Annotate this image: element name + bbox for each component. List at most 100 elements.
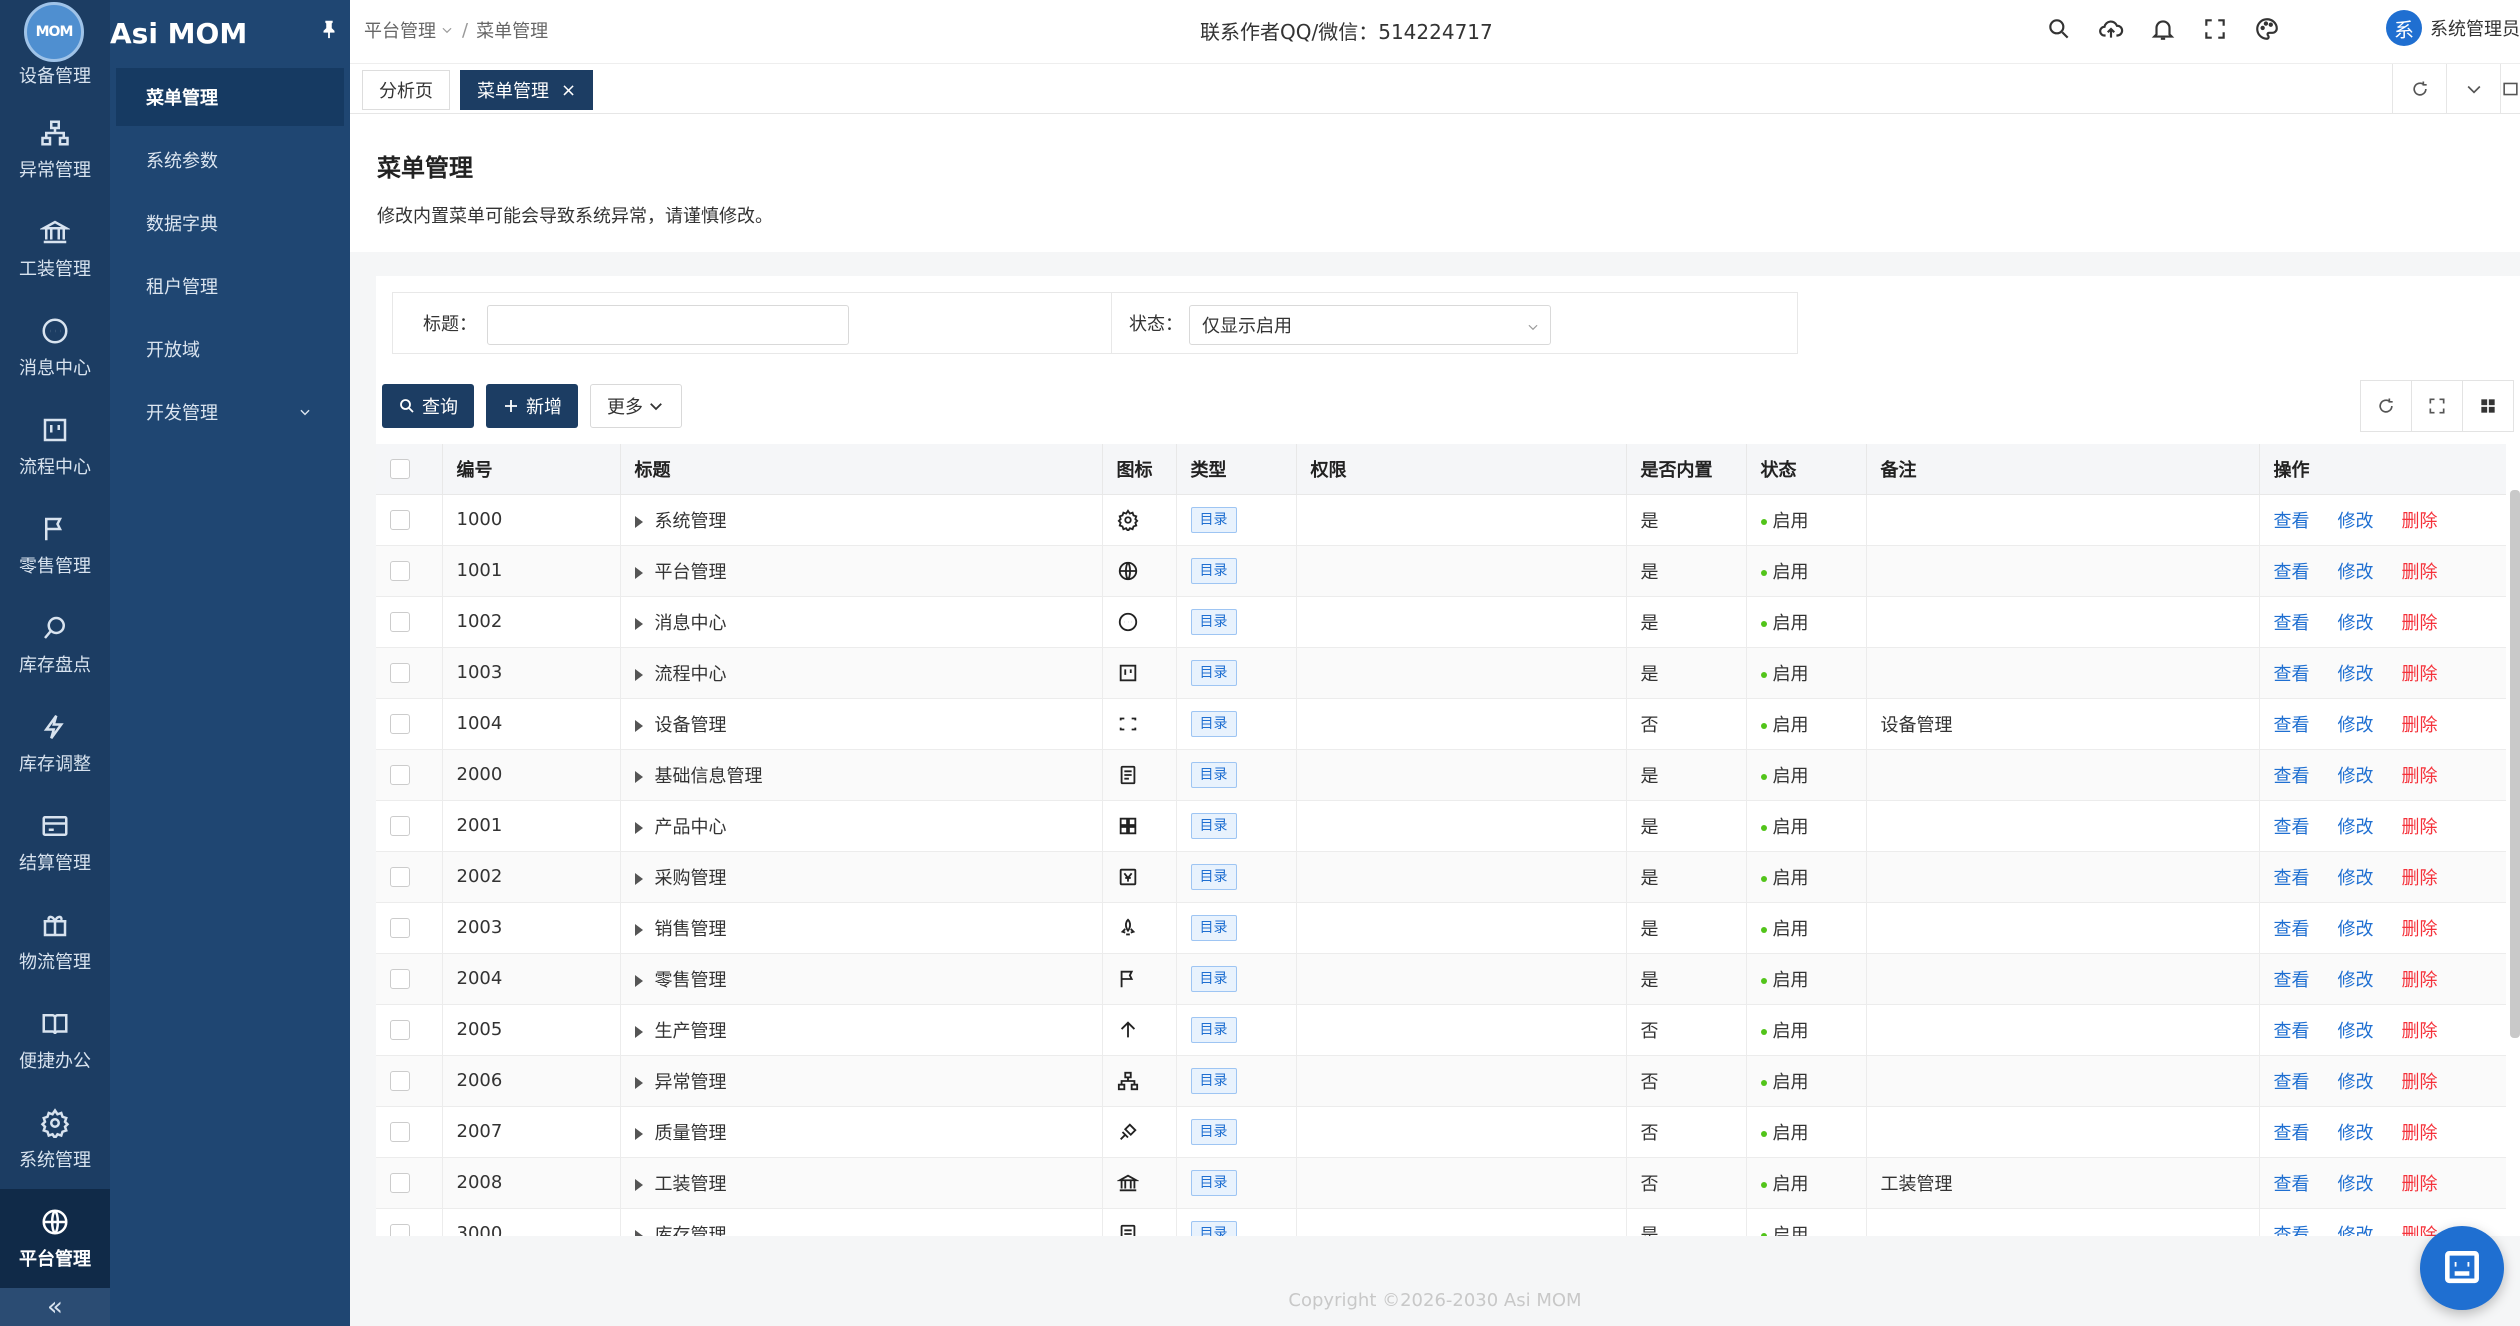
view-link[interactable]: 查看	[2274, 1174, 2310, 1195]
table-row[interactable]: 2007 质量管理 目录 否 启用 查看 修改 删除	[376, 1106, 2506, 1158]
edit-link[interactable]: 修改	[2338, 817, 2374, 838]
view-link[interactable]: 查看	[2274, 1123, 2310, 1144]
reload-button[interactable]	[2360, 380, 2412, 432]
rail-item[interactable]: 平台管理	[0, 1189, 110, 1288]
column-header[interactable]: 编号	[442, 444, 621, 495]
table-row[interactable]: 1003 流程中心 目录 是 启用 查看 修改 删除	[376, 647, 2506, 699]
row-checkbox[interactable]	[390, 1224, 410, 1236]
column-header[interactable]: 权限	[1296, 444, 1627, 495]
edit-link[interactable]: 修改	[2338, 664, 2374, 685]
view-link[interactable]: 查看	[2274, 766, 2310, 787]
rail-item[interactable]: 库存盘点	[0, 595, 110, 694]
edit-link[interactable]: 修改	[2338, 1225, 2374, 1237]
edit-link[interactable]: 修改	[2338, 715, 2374, 736]
column-header[interactable]: 状态	[1746, 444, 1867, 495]
delete-link[interactable]: 删除	[2402, 664, 2438, 685]
fullscreen-icon[interactable]	[2202, 16, 2228, 42]
expand-icon[interactable]	[634, 923, 643, 936]
view-link[interactable]: 查看	[2274, 1072, 2310, 1093]
row-checkbox[interactable]	[390, 867, 410, 887]
column-header[interactable]: 图标	[1102, 444, 1177, 495]
user-menu[interactable]: 系 系统管理员	[2386, 10, 2520, 46]
submenu-item[interactable]: 开放域	[116, 320, 344, 378]
view-link[interactable]: 查看	[2274, 511, 2310, 532]
edit-link[interactable]: 修改	[2338, 1072, 2374, 1093]
view-link[interactable]: 查看	[2274, 1021, 2310, 1042]
delete-link[interactable]: 删除	[2402, 868, 2438, 889]
edit-link[interactable]: 修改	[2338, 766, 2374, 787]
table-row[interactable]: 1002 消息中心 目录 是 启用 查看 修改 删除	[376, 596, 2506, 648]
rail-item[interactable]: 设备管理	[0, 62, 110, 92]
rail-item[interactable]: 物流管理	[0, 892, 110, 991]
edit-link[interactable]: 修改	[2338, 970, 2374, 991]
rail-item[interactable]: 便捷办公	[0, 991, 110, 1090]
delete-link[interactable]: 删除	[2402, 715, 2438, 736]
delete-link[interactable]: 删除	[2402, 1123, 2438, 1144]
expand-icon[interactable]	[634, 566, 643, 579]
table-row[interactable]: 1004 设备管理 目录否启用 设备管理 查看 修改 删除	[376, 698, 2506, 750]
bell-icon[interactable]	[2150, 16, 2176, 42]
row-checkbox[interactable]	[390, 1122, 410, 1142]
collapse-menu-button[interactable]: «	[0, 1288, 110, 1326]
expand-icon[interactable]	[634, 617, 643, 630]
view-link[interactable]: 查看	[2274, 613, 2310, 634]
view-link[interactable]: 查看	[2274, 970, 2310, 991]
tab-fullscreen-button[interactable]	[2500, 64, 2520, 114]
edit-link[interactable]: 修改	[2338, 511, 2374, 532]
query-button[interactable]: 查询	[382, 384, 474, 428]
table-row[interactable]: 3000 库存管理 目录 是启用 查看 修改 删除	[376, 1208, 2506, 1236]
rail-item[interactable]: 系统管理	[0, 1090, 110, 1189]
table-row[interactable]: 2006 异常管理 目录 否 启用 查看 修改 删除	[376, 1055, 2506, 1107]
more-button[interactable]: 更多	[590, 384, 682, 428]
rail-item[interactable]: 结算管理	[0, 793, 110, 892]
row-checkbox[interactable]	[390, 1020, 410, 1040]
row-checkbox[interactable]	[390, 714, 410, 734]
edit-link[interactable]: 修改	[2338, 613, 2374, 634]
delete-link[interactable]: 删除	[2402, 919, 2438, 940]
delete-link[interactable]: 删除	[2402, 1072, 2438, 1093]
view-link[interactable]: 查看	[2274, 919, 2310, 940]
rail-item[interactable]: 工装管理	[0, 199, 110, 298]
table-row[interactable]: 1001 平台管理 目录 是 启用 查看 修改 删除	[376, 545, 2506, 597]
row-checkbox[interactable]	[390, 918, 410, 938]
status-filter-select[interactable]: 仅显示启用	[1189, 305, 1551, 345]
title-filter-input[interactable]	[487, 305, 849, 345]
row-checkbox[interactable]	[390, 765, 410, 785]
add-button[interactable]: 新增	[486, 384, 578, 428]
delete-link[interactable]: 删除	[2402, 511, 2438, 532]
expand-icon[interactable]	[634, 668, 643, 681]
view-link[interactable]: 查看	[2274, 715, 2310, 736]
expand-icon[interactable]	[634, 719, 643, 732]
table-row[interactable]: 2002 采购管理 目录 是 启用 查看 修改 删除	[376, 851, 2506, 903]
view-link[interactable]: 查看	[2274, 562, 2310, 583]
palette-icon[interactable]	[2254, 16, 2280, 42]
edit-link[interactable]: 修改	[2338, 868, 2374, 889]
row-checkbox[interactable]	[390, 969, 410, 989]
expand-icon[interactable]	[634, 974, 643, 987]
expand-icon[interactable]	[634, 770, 643, 783]
edit-link[interactable]: 修改	[2338, 1021, 2374, 1042]
delete-link[interactable]: 删除	[2402, 1225, 2438, 1237]
breadcrumb-item[interactable]: 平台管理	[364, 17, 436, 43]
table-row[interactable]: 2008 工装管理 目录否启用 工装管理 查看 修改 删除	[376, 1157, 2506, 1209]
delete-link[interactable]: 删除	[2402, 613, 2438, 634]
delete-link[interactable]: 删除	[2402, 562, 2438, 583]
expand-icon[interactable]	[634, 1025, 643, 1038]
tab-dropdown-button[interactable]	[2446, 64, 2500, 114]
submenu-item[interactable]: 数据字典	[116, 194, 344, 252]
submenu-item[interactable]: 开发管理	[116, 383, 344, 441]
rail-item[interactable]: 零售管理	[0, 496, 110, 595]
assistant-button[interactable]	[2420, 1226, 2504, 1310]
refresh-tab-button[interactable]	[2392, 64, 2446, 114]
column-settings-button[interactable]	[2462, 380, 2514, 432]
pin-icon[interactable]	[318, 18, 340, 40]
tab-menu-management[interactable]: 菜单管理 ×	[460, 70, 594, 110]
expand-icon[interactable]	[634, 1229, 643, 1236]
rail-item[interactable]: 异常管理	[0, 100, 110, 199]
row-checkbox[interactable]	[390, 816, 410, 836]
row-checkbox[interactable]	[390, 561, 410, 581]
column-header[interactable]: 备注	[1866, 444, 2260, 495]
submenu-item[interactable]: 菜单管理	[116, 68, 344, 126]
search-icon[interactable]	[2046, 16, 2072, 42]
rail-item[interactable]: 消息中心	[0, 298, 110, 397]
